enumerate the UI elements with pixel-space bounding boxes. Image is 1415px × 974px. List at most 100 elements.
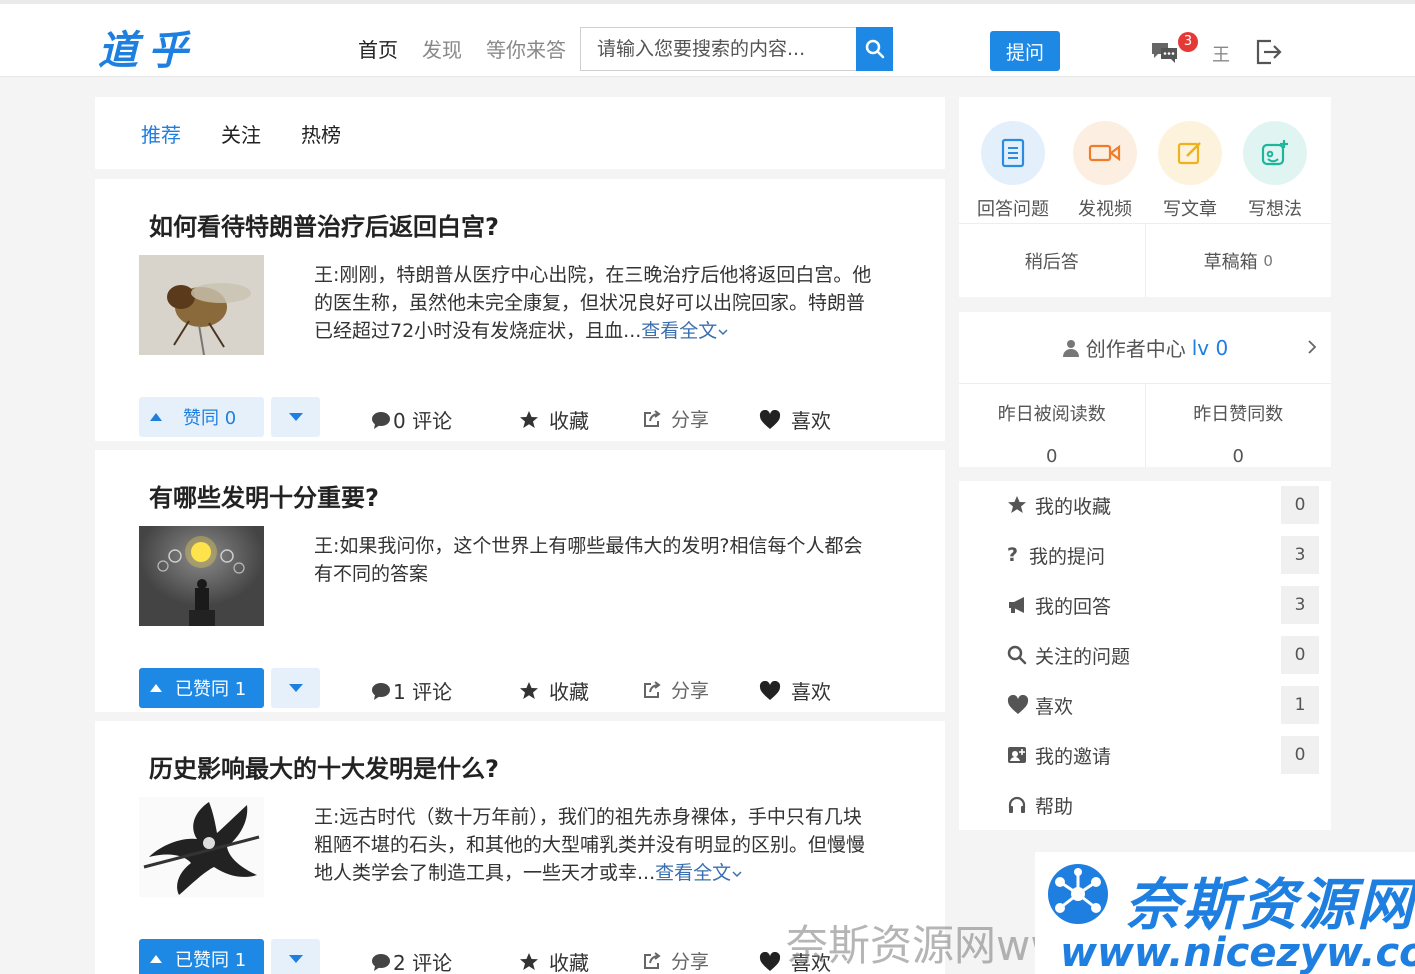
triangle-down-icon	[288, 955, 303, 963]
question-title[interactable]: 历史影响最大的十大发明是什么?	[149, 749, 499, 784]
site-logo[interactable]: 道乎	[98, 18, 198, 76]
comment-count: 2 评论	[393, 951, 453, 974]
logout-icon[interactable]	[1255, 39, 1283, 69]
menu-my-answers[interactable]: 我的回答 3	[1007, 586, 1319, 624]
comment-count: 1 评论	[393, 680, 453, 704]
downvote-button[interactable]	[271, 668, 320, 708]
search-icon	[865, 39, 884, 59]
megaphone-icon	[1009, 597, 1024, 613]
user-name[interactable]: 王	[1212, 41, 1230, 67]
menu-help[interactable]: 帮助	[1007, 786, 1319, 824]
collect-button[interactable]: 收藏	[519, 405, 589, 434]
question-title[interactable]: 如何看待特朗普治疗后返回白宫?	[149, 207, 499, 242]
question-card: 如何看待特朗普治疗后返回白宫? 王:刚刚，特朗普从医疗中心出院，在三晚治疗后他将…	[95, 179, 945, 441]
user-menu-panel: 我的收藏 0 ? 我的提问 3 我的回答 3 关注的问题 0 喜欢 1 我的邀请…	[959, 481, 1331, 830]
stat-label: 昨日被阅读数	[997, 404, 1106, 425]
answer-later-link[interactable]: 稍后答	[959, 224, 1145, 297]
share-label: 分享	[671, 409, 710, 431]
ask-question-button[interactable]: 提问	[990, 31, 1060, 71]
excerpt-text: 王:刚刚，特朗普从医疗中心出院，在三晚治疗后他将返回白宫。他的医生称，虽然他未完…	[314, 264, 872, 342]
upvote-button[interactable]: 赞同 0	[139, 397, 264, 437]
downvote-button[interactable]	[271, 939, 320, 974]
user-icon	[1062, 339, 1079, 357]
collect-label: 收藏	[549, 680, 589, 704]
upvote-button[interactable]: 已赞同 1	[139, 668, 264, 708]
drafts-count: 0	[1263, 251, 1273, 270]
nav-home[interactable]: 首页	[358, 34, 398, 63]
messages-icon[interactable]	[1150, 40, 1180, 68]
comment-button[interactable]: 0 评论	[371, 405, 452, 434]
collect-button[interactable]: 收藏	[519, 947, 589, 974]
post-video-label: 发视频	[1078, 199, 1132, 220]
like-button[interactable]: 喜欢	[759, 405, 831, 434]
question-thumbnail[interactable]	[139, 526, 264, 626]
menu-my-invitations[interactable]: 我的邀请 0	[1007, 736, 1319, 774]
idea-image-icon	[1243, 121, 1307, 185]
menu-my-questions[interactable]: ? 我的提问 3	[1007, 536, 1319, 574]
triangle-up-icon	[150, 955, 162, 963]
watermark-url: www.nicezyw.com	[1060, 930, 1415, 974]
nav-waiting-answers[interactable]: 等你来答	[486, 34, 566, 63]
triangle-down-icon	[288, 684, 303, 692]
menu-label: 我的回答	[1035, 595, 1112, 618]
question-thumbnail[interactable]	[139, 255, 264, 355]
triangle-down-icon	[288, 413, 303, 421]
menu-label: 我的收藏	[1035, 495, 1112, 518]
downvote-button[interactable]	[271, 397, 320, 437]
triangle-up-icon	[150, 413, 162, 421]
nav-discover[interactable]: 发现	[422, 34, 462, 63]
answer-excerpt: 王:远古时代（数十万年前），我们的祖先赤身裸体，手中只有几块粗陋不堪的石头，和其…	[314, 803, 874, 887]
menu-count: 3	[1281, 586, 1319, 624]
answer-question-action[interactable]: 回答问题	[973, 121, 1053, 221]
invite-icon	[1008, 747, 1026, 763]
write-article-action[interactable]: 写文章	[1150, 121, 1230, 221]
question-mark-icon: ?	[1007, 544, 1019, 566]
like-button[interactable]: 喜欢	[759, 676, 831, 705]
menu-my-collections[interactable]: 我的收藏 0	[1007, 486, 1319, 524]
comment-button[interactable]: 1 评论	[371, 676, 452, 705]
write-idea-action[interactable]: 写想法	[1235, 121, 1315, 221]
read-more-link[interactable]: 查看全文	[641, 320, 717, 342]
star-icon	[520, 681, 538, 699]
tab-follow[interactable]: 关注	[221, 119, 261, 148]
menu-label: 我的邀请	[1035, 745, 1112, 768]
heart-icon	[759, 409, 781, 429]
menu-followed-questions[interactable]: 关注的问题 0	[1007, 636, 1319, 674]
stat-label: 昨日赞同数	[1193, 404, 1284, 425]
upvote-label: 已赞同 1	[175, 950, 247, 971]
menu-likes[interactable]: 喜欢 1	[1007, 686, 1319, 724]
share-icon	[644, 951, 661, 969]
share-button[interactable]: 分享	[643, 405, 709, 432]
read-more-link[interactable]: 查看全文	[655, 862, 731, 884]
answer-excerpt: 王:刚刚，特朗普从医疗中心出院，在三晚治疗后他将返回白宫。他的医生称，虽然他未完…	[314, 261, 874, 345]
share-button[interactable]: 分享	[643, 947, 709, 974]
search-input[interactable]	[580, 27, 856, 71]
question-thumbnail[interactable]	[139, 797, 264, 897]
search-button[interactable]	[856, 27, 893, 71]
menu-count: 1	[1281, 686, 1319, 724]
stat-value: 0	[1232, 446, 1244, 467]
collect-button[interactable]: 收藏	[519, 676, 589, 705]
like-label: 喜欢	[791, 409, 831, 433]
tab-recommend[interactable]: 推荐	[141, 119, 181, 148]
answer-actions: 赞同 0 0 评论 收藏 分享 喜欢	[139, 397, 899, 437]
drafts-link[interactable]: 草稿箱 0	[1144, 224, 1332, 297]
menu-count: 0	[1281, 736, 1319, 774]
menu-label: 我的提问	[1029, 545, 1106, 568]
menu-label: 喜欢	[1035, 695, 1074, 718]
creator-center-link[interactable]: 创作者中心 lv 0	[959, 312, 1331, 384]
upvote-button[interactable]: 已赞同 1	[139, 939, 264, 974]
tab-hot[interactable]: 热榜	[301, 119, 341, 148]
star-icon	[520, 410, 538, 428]
post-video-action[interactable]: 发视频	[1065, 121, 1145, 221]
comment-button[interactable]: 2 评论	[371, 947, 452, 974]
share-icon	[644, 680, 661, 698]
share-button[interactable]: 分享	[643, 676, 709, 703]
heart-icon	[759, 951, 781, 971]
question-title[interactable]: 有哪些发明十分重要?	[149, 478, 379, 513]
star-icon	[520, 952, 538, 970]
chevron-right-icon[interactable]	[1307, 336, 1317, 360]
answer-later-label: 稍后答	[1024, 251, 1079, 273]
upvote-label: 赞同 0	[183, 408, 237, 429]
edit-icon	[1158, 121, 1222, 185]
